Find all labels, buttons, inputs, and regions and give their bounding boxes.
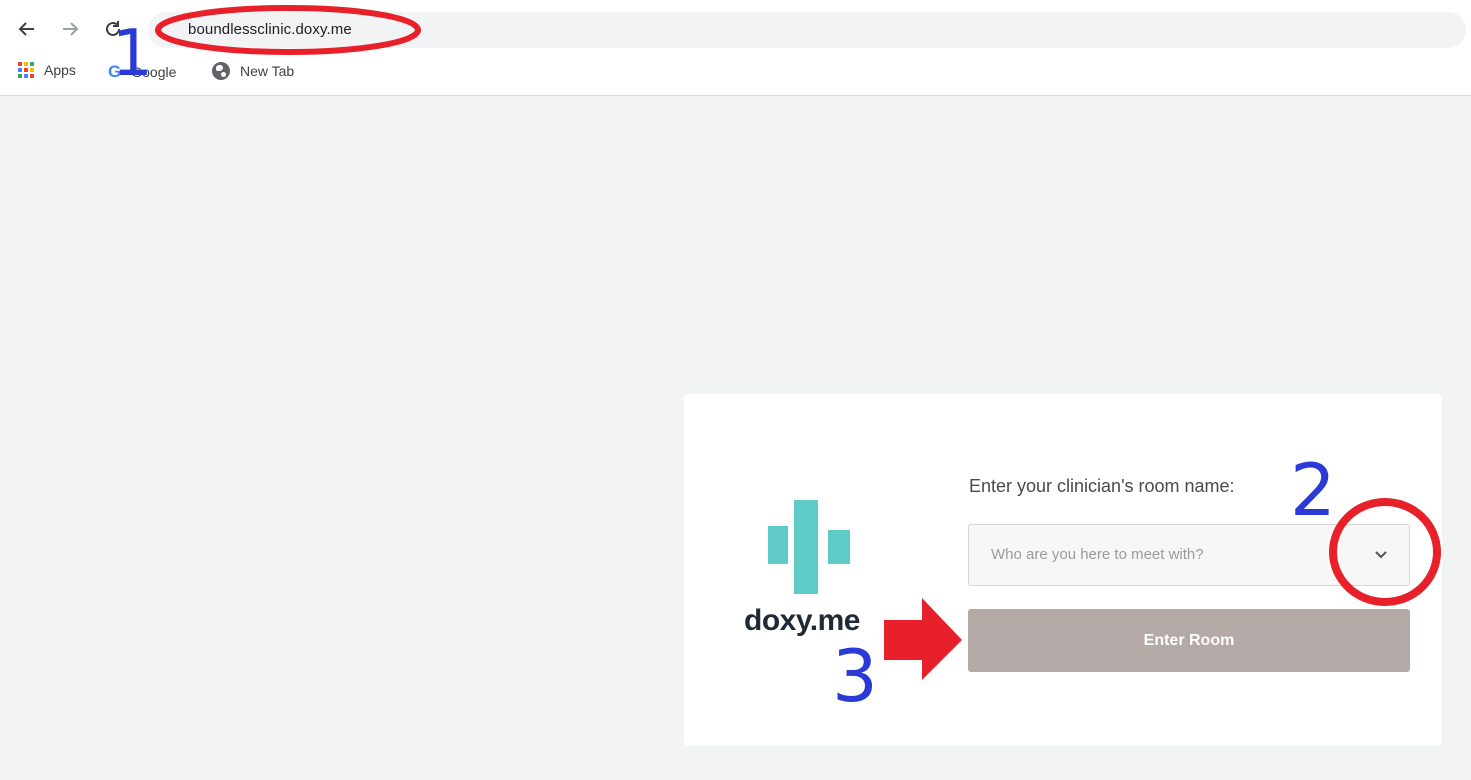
annotation-step-3: 3 <box>832 634 878 718</box>
apps-grid-icon <box>18 62 34 78</box>
annotation-step-1: 1 <box>112 17 153 91</box>
annotation-step-2: 2 <box>1290 448 1336 532</box>
chevron-down-icon[interactable] <box>1373 547 1389 563</box>
bookmark-apps-label: Apps <box>44 62 76 78</box>
bookmark-new-tab[interactable]: New Tab <box>212 62 294 80</box>
clinician-select[interactable]: Who are you here to meet with? <box>968 524 1410 586</box>
clinician-select-placeholder: Who are you here to meet with? <box>991 546 1204 563</box>
globe-icon <box>212 62 230 80</box>
browser-chrome: boundlessclinic.doxy.me Apps G Google Ne… <box>0 0 1471 96</box>
enter-room-button[interactable]: Enter Room <box>968 609 1410 672</box>
back-arrow-icon[interactable] <box>12 14 42 44</box>
bookmark-apps[interactable]: Apps <box>18 62 76 78</box>
bookmark-new-tab-label: New Tab <box>240 63 295 79</box>
doxy-logo-text: doxy.me <box>744 604 861 637</box>
room-name-label: Enter your clinician's room name: <box>969 476 1235 496</box>
bookmarks-bar: Apps G Google New Tab <box>0 58 1471 86</box>
forward-arrow-icon[interactable] <box>55 14 85 44</box>
address-bar-url[interactable]: boundlessclinic.doxy.me <box>188 21 352 38</box>
